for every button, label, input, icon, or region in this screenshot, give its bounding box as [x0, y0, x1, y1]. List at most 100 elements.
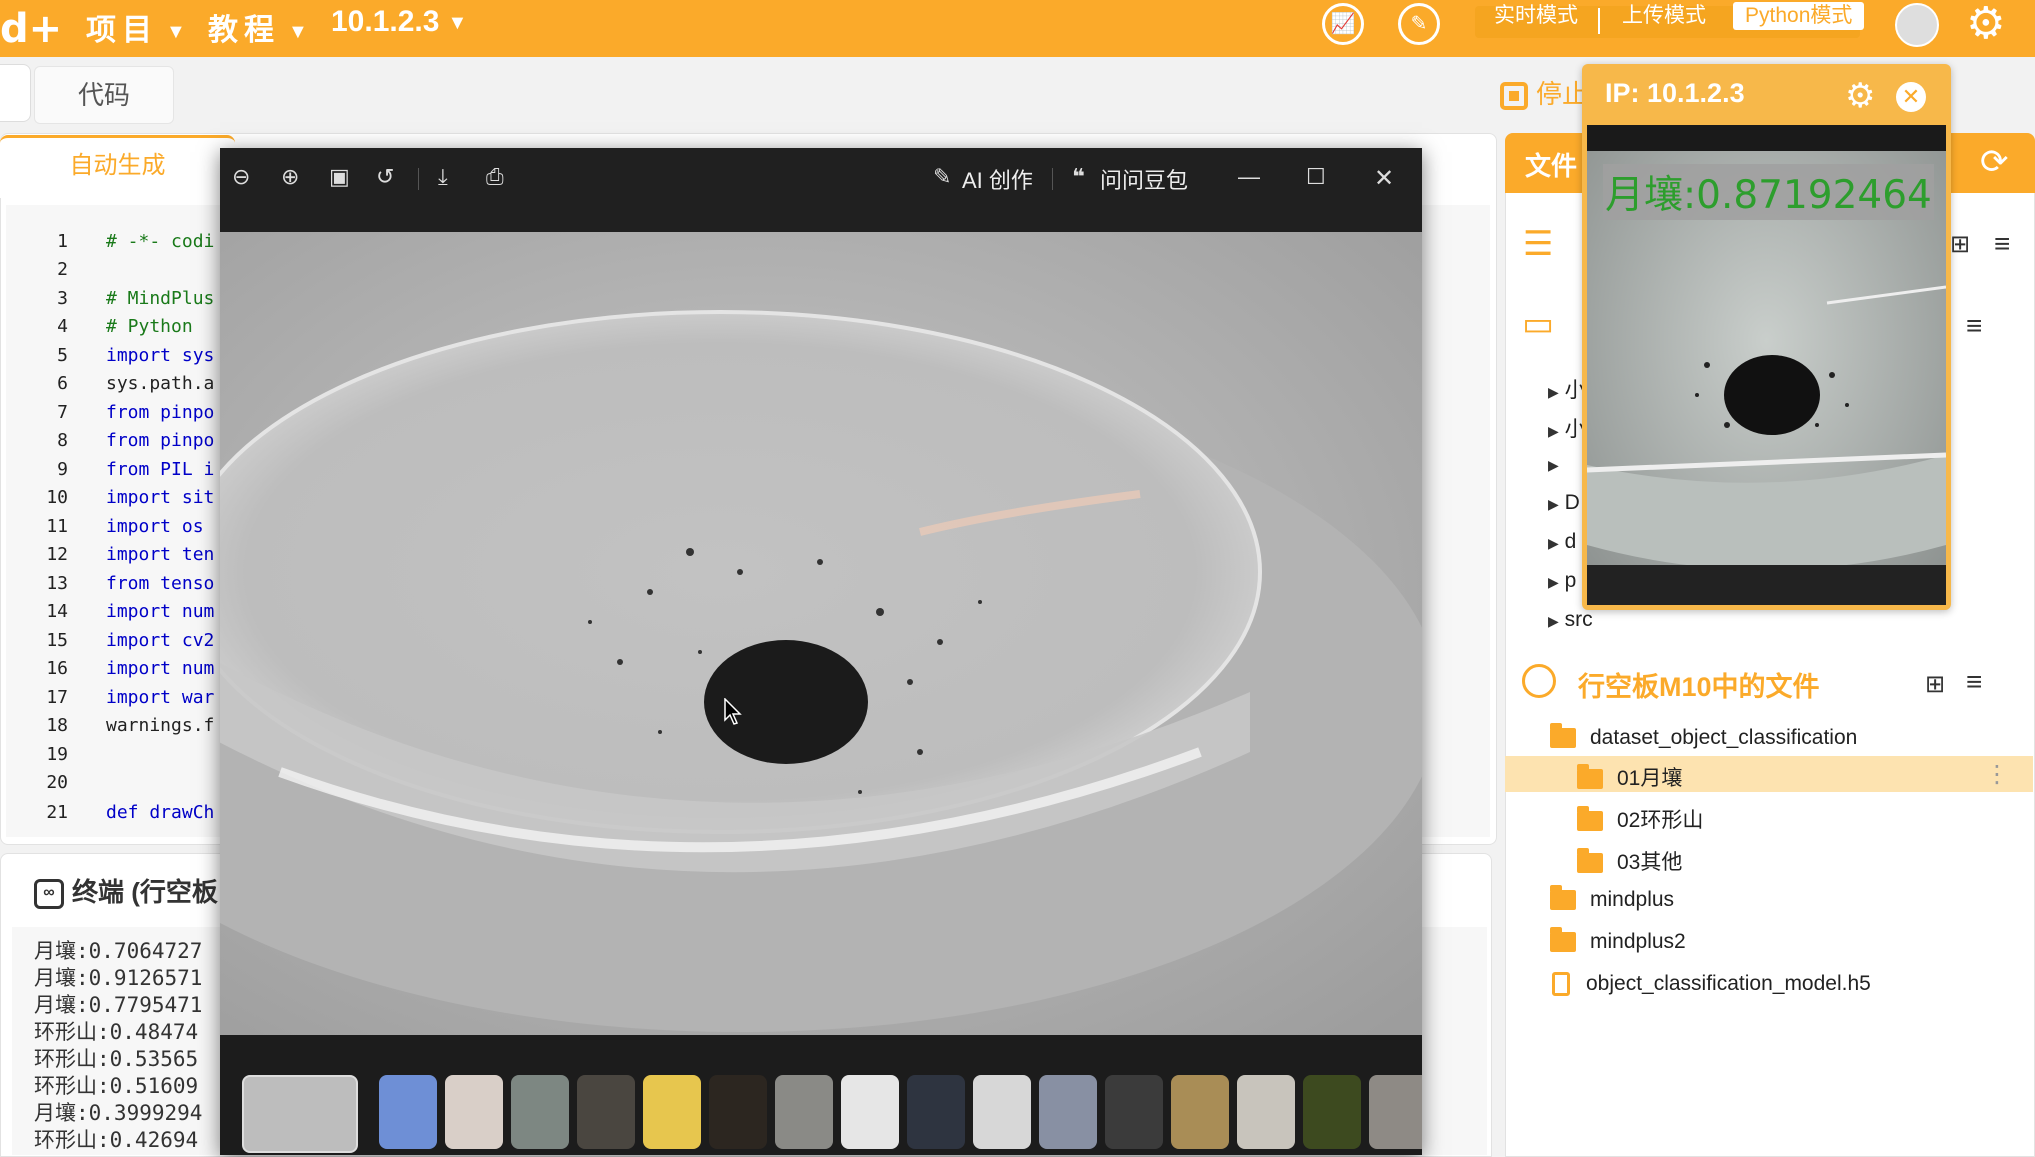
line-number: 3 — [57, 288, 68, 309]
more-vertical-icon[interactable]: ⋮ — [1985, 760, 2009, 789]
menu-device-ip[interactable]: 10.1.2.3 ▼ — [331, 5, 467, 39]
zoom-out-icon[interactable]: ⊖ — [232, 164, 250, 190]
folder-icon — [1550, 927, 1576, 953]
toolbar-divider — [418, 168, 419, 190]
thumbnail[interactable] — [1105, 1075, 1163, 1149]
close-icon[interactable]: ✕ — [1896, 82, 1926, 112]
line-number: 15 — [46, 630, 68, 651]
terminal-line: 环形山:0.42694 — [34, 1128, 199, 1152]
tab-auto-generate[interactable]: 自动生成 — [0, 135, 235, 198]
thumbnail[interactable] — [643, 1075, 701, 1149]
caret-right-icon: ▶ — [1548, 423, 1559, 439]
code-line: sys.path.a — [106, 373, 215, 394]
tab-code[interactable]: 代码 — [34, 66, 174, 124]
tree-item[interactable]: ▶ p — [1548, 569, 1576, 593]
terminal-line: 环形山:0.53565 — [34, 1047, 199, 1071]
mode-upload[interactable]: 上传模式 — [1622, 2, 1706, 30]
new-file-icon[interactable]: ⊞ — [1925, 670, 1945, 699]
avatar[interactable] — [1895, 3, 1939, 47]
thumbnail[interactable] — [709, 1075, 767, 1149]
thumbnail[interactable] — [577, 1075, 635, 1149]
link-icon: ∞ — [34, 879, 64, 910]
thumbnail[interactable] — [445, 1075, 503, 1149]
rotate-icon[interactable]: ↺ — [376, 164, 394, 190]
terminal-line: 月壤:0.7064727 — [34, 939, 203, 963]
folder-item[interactable]: mindplus2 — [1550, 927, 1686, 954]
line-number: 13 — [46, 573, 68, 594]
thumbnail[interactable] — [1369, 1075, 1422, 1149]
device-icon — [1522, 664, 1556, 698]
folder-item[interactable]: dataset_object_classification — [1550, 723, 1857, 750]
minimize-icon[interactable]: — — [1238, 164, 1260, 190]
line-number: 20 — [46, 772, 68, 793]
close-icon[interactable]: ✕ — [1374, 164, 1394, 193]
edit-icon[interactable]: ✎ — [1398, 3, 1440, 45]
tree-item[interactable]: ▶ — [1548, 452, 1559, 476]
ask-doubao-button[interactable]: 问问豆包 — [1100, 163, 1188, 195]
folder-item[interactable]: 01月壤 — [1577, 762, 1682, 792]
stop-button[interactable]: 停止 — [1500, 74, 1588, 111]
line-number: 19 — [46, 744, 68, 765]
menu-icon[interactable]: ≡ — [1994, 228, 2010, 260]
folder-item[interactable]: mindplus — [1550, 885, 1674, 912]
download-icon[interactable]: ⤓ — [438, 164, 448, 190]
menu-project[interactable]: 项目 ▼ — [86, 5, 192, 49]
folder-item[interactable]: 03其他 — [1577, 846, 1682, 876]
terminal-line: 月壤:0.7795471 — [34, 993, 203, 1017]
actual-size-icon[interactable]: ▣ — [329, 164, 350, 190]
thumbnail[interactable] — [775, 1075, 833, 1149]
thumbnail[interactable] — [1237, 1075, 1295, 1149]
folder-icon — [1577, 848, 1603, 874]
viewer-image[interactable] — [220, 232, 1422, 1035]
folder-item[interactable]: 02环形山 — [1577, 804, 1703, 834]
thumbnail[interactable] — [242, 1075, 358, 1153]
tree-item[interactable]: ▶ 小 — [1548, 374, 1586, 404]
line-number: 5 — [57, 345, 68, 366]
tree-item[interactable]: ▶ d — [1548, 530, 1576, 554]
thumbnail[interactable] — [907, 1075, 965, 1149]
file-icon — [1552, 972, 1570, 997]
zoom-in-icon[interactable]: ⊕ — [281, 164, 299, 190]
code-line: # -*- codi — [106, 231, 215, 252]
mode-python[interactable]: Python模式 — [1733, 2, 1865, 30]
caret-right-icon: ▶ — [1548, 457, 1559, 473]
line-number: 18 — [46, 715, 68, 736]
refresh-icon[interactable]: ⟳ — [1980, 142, 2009, 182]
menu-icon[interactable]: ≡ — [1966, 666, 1982, 698]
thumbnail[interactable] — [1303, 1075, 1361, 1149]
line-number: 9 — [57, 459, 68, 480]
sidebar-toggle-button[interactable] — [0, 64, 31, 122]
thumbnail[interactable] — [379, 1075, 437, 1149]
chart-icon[interactable]: 📈 — [1322, 3, 1364, 45]
ai-create-button[interactable]: AI 创作 — [962, 163, 1033, 195]
classification-overlay: 月壤:0.87192464 — [1603, 164, 1934, 220]
menu-icon[interactable]: ≡ — [1966, 310, 1982, 342]
terminal-title: ∞ 终端 (行空板 — [34, 872, 218, 910]
maximize-icon[interactable]: ☐ — [1306, 164, 1326, 190]
file-item[interactable]: object_classification_model.h5 — [1552, 972, 1871, 997]
thumbnail[interactable] — [511, 1075, 569, 1149]
thumbnail[interactable] — [1039, 1075, 1097, 1149]
mode-realtime[interactable]: 实时模式 — [1494, 2, 1578, 30]
settings-gear-icon[interactable]: ⚙ — [1966, 0, 2005, 49]
line-number: 14 — [46, 601, 68, 622]
print-icon[interactable]: ⎙ — [486, 164, 504, 190]
thumbnail[interactable] — [1171, 1075, 1229, 1149]
gear-icon[interactable]: ⚙ — [1845, 76, 1875, 116]
camera-title: IP: 10.1.2.3 — [1605, 78, 1745, 108]
folder-icon — [1550, 885, 1576, 911]
code-line: import sys — [106, 345, 215, 366]
tree-item[interactable]: ▶ src — [1548, 608, 1593, 632]
thumbnail[interactable] — [973, 1075, 1031, 1149]
code-line: # MindPlus — [106, 288, 215, 309]
caret-right-icon: ▶ — [1548, 384, 1559, 400]
thumbnail[interactable] — [841, 1075, 899, 1149]
app-logo: d+ — [0, 6, 63, 52]
menu-tutorial[interactable]: 教程 ▼ — [208, 5, 314, 49]
code-line: import sit — [106, 487, 215, 508]
tree-item[interactable]: ▶ 小 — [1548, 413, 1586, 443]
viewer-toolbar — [220, 148, 1422, 232]
tree-item[interactable]: ▶ D — [1548, 491, 1580, 515]
code-line: warnings.f — [106, 715, 215, 736]
new-file-icon[interactable]: ⊞ — [1950, 230, 1970, 259]
